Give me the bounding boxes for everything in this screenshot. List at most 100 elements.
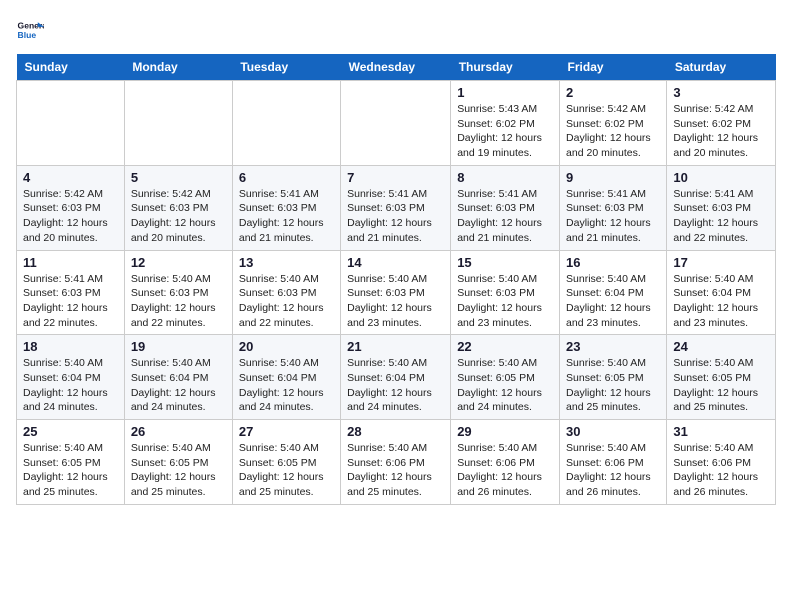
day-number: 29 <box>457 424 553 439</box>
day-number: 17 <box>673 255 769 270</box>
day-info: Sunrise: 5:40 AM Sunset: 6:03 PM Dayligh… <box>347 272 444 331</box>
calendar-cell: 9 Sunrise: 5:41 AM Sunset: 6:03 PM Daylig… <box>560 165 667 250</box>
weekday-header: Sunday <box>17 54 125 81</box>
day-info: Sunrise: 5:40 AM Sunset: 6:05 PM Dayligh… <box>566 356 660 415</box>
calendar-cell: 13 Sunrise: 5:40 AM Sunset: 6:03 PM Dayli… <box>232 250 340 335</box>
day-info: Sunrise: 5:40 AM Sunset: 6:06 PM Dayligh… <box>347 441 444 500</box>
day-info: Sunrise: 5:41 AM Sunset: 6:03 PM Dayligh… <box>457 187 553 246</box>
calendar-cell: 7Sunrise: 5:41 AM Sunset: 6:03 PM Daylig… <box>341 165 451 250</box>
calendar-cell: 31 Sunrise: 5:40 AM Sunset: 6:06 PM Dayli… <box>667 420 776 505</box>
calendar-body: 1Sunrise: 5:43 AM Sunset: 6:02 PM Daylig… <box>17 81 776 505</box>
calendar-cell: 27Sunrise: 5:40 AM Sunset: 6:05 PM Dayli… <box>232 420 340 505</box>
day-number: 20 <box>239 339 334 354</box>
calendar-table: SundayMondayTuesdayWednesdayThursdayFrid… <box>16 54 776 505</box>
weekday-header: Wednesday <box>341 54 451 81</box>
day-info: Sunrise: 5:40 AM Sunset: 6:06 PM Dayligh… <box>457 441 553 500</box>
day-info: Sunrise: 5:40 AM Sunset: 6:03 PM Dayligh… <box>239 272 334 331</box>
calendar-cell: 3Sunrise: 5:42 AM Sunset: 6:02 PM Daylig… <box>667 81 776 166</box>
calendar-cell <box>232 81 340 166</box>
calendar-cell: 6 Sunrise: 5:41 AM Sunset: 6:03 PM Daylig… <box>232 165 340 250</box>
day-number: 28 <box>347 424 444 439</box>
calendar-cell: 12 Sunrise: 5:40 AM Sunset: 6:03 PM Dayli… <box>124 250 232 335</box>
day-info: Sunrise: 5:40 AM Sunset: 6:03 PM Dayligh… <box>131 272 226 331</box>
calendar-cell: 28 Sunrise: 5:40 AM Sunset: 6:06 PM Dayli… <box>341 420 451 505</box>
day-info: Sunrise: 5:40 AM Sunset: 6:06 PM Dayligh… <box>673 441 769 500</box>
day-number: 19 <box>131 339 226 354</box>
day-info: Sunrise: 5:41 AM Sunset: 6:03 PM Dayligh… <box>23 272 118 331</box>
day-number: 31 <box>673 424 769 439</box>
day-number: 2 <box>566 85 660 100</box>
day-info: Sunrise: 5:40 AM Sunset: 6:04 PM Dayligh… <box>566 272 660 331</box>
logo: General Blue <box>16 16 48 44</box>
day-number: 14 <box>347 255 444 270</box>
day-number: 12 <box>131 255 226 270</box>
day-number: 25 <box>23 424 118 439</box>
day-number: 6 <box>239 170 334 185</box>
logo-icon: General Blue <box>16 16 44 44</box>
day-info: Sunrise: 5:41 AM Sunset: 6:03 PM Dayligh… <box>673 187 769 246</box>
day-info: Sunrise: 5:42 AM Sunset: 6:03 PM Dayligh… <box>131 187 226 246</box>
calendar-week-row: 4 Sunrise: 5:42 AM Sunset: 6:03 PM Daylig… <box>17 165 776 250</box>
calendar-cell: 21Sunrise: 5:40 AM Sunset: 6:04 PM Dayli… <box>341 335 451 420</box>
day-number: 26 <box>131 424 226 439</box>
day-number: 10 <box>673 170 769 185</box>
calendar-cell: 26 Sunrise: 5:40 AM Sunset: 6:05 PM Dayli… <box>124 420 232 505</box>
day-info: Sunrise: 5:40 AM Sunset: 6:05 PM Dayligh… <box>457 356 553 415</box>
day-number: 24 <box>673 339 769 354</box>
day-number: 13 <box>239 255 334 270</box>
weekday-header: Saturday <box>667 54 776 81</box>
calendar-cell <box>124 81 232 166</box>
svg-text:Blue: Blue <box>18 30 37 40</box>
calendar-header: SundayMondayTuesdayWednesdayThursdayFrid… <box>17 54 776 81</box>
calendar-week-row: 25 Sunrise: 5:40 AM Sunset: 6:05 PM Dayli… <box>17 420 776 505</box>
weekday-header: Thursday <box>451 54 560 81</box>
day-info: Sunrise: 5:40 AM Sunset: 6:04 PM Dayligh… <box>23 356 118 415</box>
calendar-cell: 16 Sunrise: 5:40 AM Sunset: 6:04 PM Dayli… <box>560 250 667 335</box>
calendar-cell: 23 Sunrise: 5:40 AM Sunset: 6:05 PM Dayli… <box>560 335 667 420</box>
day-info: Sunrise: 5:40 AM Sunset: 6:05 PM Dayligh… <box>239 441 334 500</box>
day-info: Sunrise: 5:42 AM Sunset: 6:02 PM Dayligh… <box>673 102 769 161</box>
day-info: Sunrise: 5:40 AM Sunset: 6:04 PM Dayligh… <box>239 356 334 415</box>
calendar-week-row: 18 Sunrise: 5:40 AM Sunset: 6:04 PM Dayli… <box>17 335 776 420</box>
weekday-header: Monday <box>124 54 232 81</box>
calendar-cell: 17 Sunrise: 5:40 AM Sunset: 6:04 PM Dayli… <box>667 250 776 335</box>
day-info: Sunrise: 5:40 AM Sunset: 6:05 PM Dayligh… <box>131 441 226 500</box>
day-number: 4 <box>23 170 118 185</box>
day-info: Sunrise: 5:40 AM Sunset: 6:04 PM Dayligh… <box>131 356 226 415</box>
calendar-cell: 5Sunrise: 5:42 AM Sunset: 6:03 PM Daylig… <box>124 165 232 250</box>
day-number: 18 <box>23 339 118 354</box>
calendar-cell: 20 Sunrise: 5:40 AM Sunset: 6:04 PM Dayli… <box>232 335 340 420</box>
weekday-header: Tuesday <box>232 54 340 81</box>
day-number: 11 <box>23 255 118 270</box>
day-number: 9 <box>566 170 660 185</box>
day-info: Sunrise: 5:40 AM Sunset: 6:04 PM Dayligh… <box>673 272 769 331</box>
header: General Blue <box>16 16 776 44</box>
day-info: Sunrise: 5:40 AM Sunset: 6:05 PM Dayligh… <box>673 356 769 415</box>
day-info: Sunrise: 5:41 AM Sunset: 6:03 PM Dayligh… <box>566 187 660 246</box>
calendar-week-row: 11 Sunrise: 5:41 AM Sunset: 6:03 PM Dayli… <box>17 250 776 335</box>
calendar-cell: 22 Sunrise: 5:40 AM Sunset: 6:05 PM Dayli… <box>451 335 560 420</box>
calendar-cell: 1Sunrise: 5:43 AM Sunset: 6:02 PM Daylig… <box>451 81 560 166</box>
day-number: 22 <box>457 339 553 354</box>
day-number: 30 <box>566 424 660 439</box>
calendar-cell <box>17 81 125 166</box>
calendar-cell: 19 Sunrise: 5:40 AM Sunset: 6:04 PM Dayli… <box>124 335 232 420</box>
day-number: 15 <box>457 255 553 270</box>
day-info: Sunrise: 5:41 AM Sunset: 6:03 PM Dayligh… <box>239 187 334 246</box>
weekday-row: SundayMondayTuesdayWednesdayThursdayFrid… <box>17 54 776 81</box>
calendar-cell: 4Sunrise: 5:42 AM Sunset: 6:03 PM Daylig… <box>17 165 125 250</box>
calendar-cell: 18 Sunrise: 5:40 AM Sunset: 6:04 PM Dayli… <box>17 335 125 420</box>
calendar-cell: 10 Sunrise: 5:41 AM Sunset: 6:03 PM Dayli… <box>667 165 776 250</box>
weekday-header: Friday <box>560 54 667 81</box>
calendar-cell: 24 Sunrise: 5:40 AM Sunset: 6:05 PM Dayli… <box>667 335 776 420</box>
calendar-cell: 25Sunrise: 5:40 AM Sunset: 6:05 PM Dayli… <box>17 420 125 505</box>
day-number: 16 <box>566 255 660 270</box>
day-info: Sunrise: 5:40 AM Sunset: 6:06 PM Dayligh… <box>566 441 660 500</box>
calendar-cell: 29 Sunrise: 5:40 AM Sunset: 6:06 PM Dayli… <box>451 420 560 505</box>
day-number: 23 <box>566 339 660 354</box>
calendar-cell: 8 Sunrise: 5:41 AM Sunset: 6:03 PM Daylig… <box>451 165 560 250</box>
calendar-cell <box>341 81 451 166</box>
calendar-cell: 11 Sunrise: 5:41 AM Sunset: 6:03 PM Dayli… <box>17 250 125 335</box>
day-info: Sunrise: 5:41 AM Sunset: 6:03 PM Dayligh… <box>347 187 444 246</box>
day-number: 8 <box>457 170 553 185</box>
